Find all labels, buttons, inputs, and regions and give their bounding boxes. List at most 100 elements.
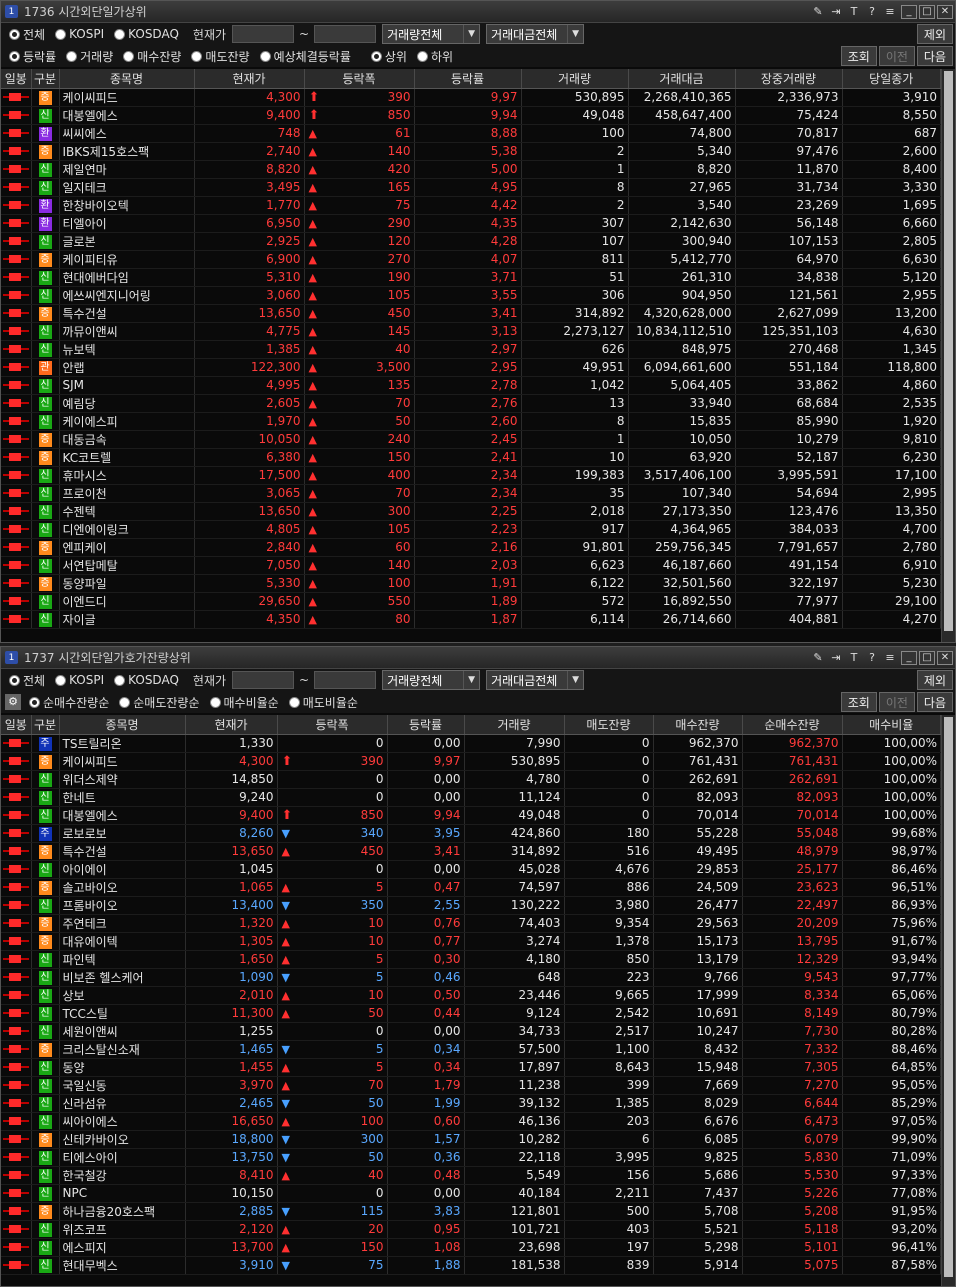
- table-row[interactable]: 신 한국철강 8,410 ▲ 40 0,48 5,549 156 5,686 5,530 97,33…: [1, 1166, 941, 1185]
- maximize-icon[interactable]: □: [919, 4, 935, 19]
- bottom-scrollbar[interactable]: [941, 715, 955, 1286]
- column-header[interactable]: 매수비율: [842, 715, 941, 735]
- table-row[interactable]: 증 케이피티유 6,900 ▲ 270 4,07 811 5,412,770 64,970 6,6…: [1, 250, 941, 269]
- table-row[interactable]: 증 특수건설 13,650 ▲ 450 3,41 314,892 516 49,495 48,97…: [1, 842, 941, 861]
- table-row[interactable]: 신 뉴보텍 1,385 ▲ 40 2,97 626 848,975 270,468 1,345: [1, 340, 941, 359]
- stock-name[interactable]: 국일신동: [59, 1076, 186, 1095]
- column-header[interactable]: 등락률: [387, 715, 465, 735]
- radio-kospi[interactable]: KOSPI: [55, 673, 104, 687]
- radio-bottom[interactable]: 하위: [416, 48, 453, 65]
- table-row[interactable]: 신 까뮤이앤씨 4,775 ▲ 145 3,13 2,273,127 10,834,112,5…: [1, 322, 941, 341]
- table-row[interactable]: 신 서연탑메탈 7,050 ▲ 140 2,03 6,623 46,187,660 491,15…: [1, 556, 941, 575]
- menu-icon[interactable]: ≡: [881, 650, 899, 666]
- stock-name[interactable]: KC코트렐: [59, 448, 195, 467]
- menu-icon[interactable]: ≡: [881, 4, 899, 20]
- table-row[interactable]: 신 글로본 2,925 ▲ 120 4,28 107 300,940 107,153 2,805: [1, 232, 941, 251]
- table-row[interactable]: 증 솔고바이오 1,065 ▲ 5 0,47 74,597 886 24,509 23,623 96…: [1, 878, 941, 897]
- stock-name[interactable]: 현대에버다임: [59, 268, 195, 287]
- radio-all[interactable]: 전체: [9, 26, 45, 43]
- stock-name[interactable]: 프롬바이오: [59, 896, 186, 915]
- column-header[interactable]: 일봉: [1, 69, 32, 89]
- stock-name[interactable]: 휴마시스: [59, 466, 195, 485]
- price-from-input[interactable]: [232, 25, 295, 43]
- help-icon[interactable]: ?: [863, 4, 881, 20]
- stock-name[interactable]: 안랩: [59, 358, 195, 377]
- price-to-input[interactable]: [314, 25, 377, 43]
- close-icon[interactable]: ✕: [937, 4, 953, 19]
- radio-kosdaq[interactable]: KOSDAQ: [114, 673, 179, 687]
- stock-name[interactable]: 위즈코프: [59, 1220, 186, 1239]
- table-row[interactable]: 신 현대에버다임 5,310 ▲ 190 3,71 51 261,310 34,838 5,120: [1, 268, 941, 287]
- stock-name[interactable]: 제일연마: [59, 160, 195, 179]
- stock-name[interactable]: 예림당: [59, 394, 195, 413]
- stock-name[interactable]: 상보: [59, 986, 186, 1005]
- column-header[interactable]: 구분: [31, 69, 60, 89]
- stock-name[interactable]: IBKS제15호스팩: [59, 142, 195, 161]
- table-row[interactable]: 증 신테카바이오 18,800 ▼ 300 1,57 10,282 6 6,085 6,079 99…: [1, 1130, 941, 1149]
- column-header[interactable]: 일봉: [1, 715, 32, 735]
- table-row[interactable]: 신 위더스제약 14,850 0 0,00 4,780 0 262,691 262,691 100…: [1, 770, 941, 789]
- table-row[interactable]: 증 하나금융20호스팩 2,885 ▼ 115 3,83 121,801 500 5,708 5,…: [1, 1202, 941, 1221]
- maximize-icon[interactable]: □: [919, 650, 935, 665]
- radio-change-rate[interactable]: 등락률: [9, 48, 56, 65]
- column-header[interactable]: 순매수잔량: [742, 715, 843, 735]
- stock-name[interactable]: 케이피티유: [59, 250, 195, 269]
- stock-name[interactable]: 디엔에이링크: [59, 520, 195, 539]
- stock-name[interactable]: 신라섬유: [59, 1094, 186, 1113]
- stock-name[interactable]: 프로이천: [59, 484, 195, 503]
- stock-name[interactable]: 수젠텍: [59, 502, 195, 521]
- table-row[interactable]: 증 동양파일 5,330 ▲ 100 1,91 6,122 32,501,560 322,197…: [1, 574, 941, 593]
- amount-select[interactable]: 거래대금전체 ▼: [486, 670, 585, 690]
- column-header[interactable]: 등락폭: [277, 715, 388, 735]
- stock-name[interactable]: 티에스아이: [59, 1148, 186, 1167]
- table-row[interactable]: 신 휴마시스 17,500 ▲ 400 2,34 199,383 3,517,406,100 3…: [1, 466, 941, 485]
- scroll-thumb[interactable]: [944, 717, 953, 1277]
- column-header[interactable]: 종목명: [59, 69, 195, 89]
- stock-name[interactable]: 크리스탈신소재: [59, 1040, 186, 1059]
- table-row[interactable]: 신 케이에스피 1,970 ▲ 50 2,60 8 15,835 85,990 1,920: [1, 412, 941, 431]
- radio-bid-ratio[interactable]: 매수비율순: [209, 694, 279, 711]
- stock-name[interactable]: 글로본: [59, 232, 195, 251]
- table-row[interactable]: 신 씨아이에스 16,650 ▲ 100 0,60 46,136 203 6,676 6,473 9…: [1, 1112, 941, 1131]
- table-row[interactable]: 신 세원이앤씨 1,255 0 0,00 34,733 2,517 10,247 7,730 80…: [1, 1022, 941, 1041]
- table-row[interactable]: 신 수젠텍 13,650 ▲ 300 2,25 2,018 27,173,350 123,476…: [1, 502, 941, 521]
- radio-ask-ratio[interactable]: 매도비율순: [288, 694, 358, 711]
- table-row[interactable]: 신 국일신동 3,970 ▲ 70 1,79 11,238 399 7,669 7,270 95,0…: [1, 1076, 941, 1095]
- table-row[interactable]: 신 대봉엘에스 9,400 ⬆ 850 9,94 49,048 0 70,014 70,014 10…: [1, 806, 941, 825]
- stock-name[interactable]: 케이에스피: [59, 412, 195, 431]
- next-button[interactable]: 다음: [916, 46, 953, 66]
- table-row[interactable]: 환 티엘아이 6,950 ▲ 290 4,35 307 2,142,630 56,148 6,66…: [1, 214, 941, 233]
- help-icon[interactable]: ?: [863, 650, 881, 666]
- font-icon[interactable]: T: [845, 4, 863, 20]
- close-icon[interactable]: ✕: [937, 650, 953, 665]
- radio-kosdaq[interactable]: KOSDAQ: [114, 27, 179, 41]
- table-row[interactable]: 신 상보 2,010 ▲ 10 0,50 23,446 9,665 17,999 8,334 65,…: [1, 986, 941, 1005]
- stock-name[interactable]: 까뮤이앤씨: [59, 322, 195, 341]
- stock-name[interactable]: 위더스제약: [59, 770, 186, 789]
- stock-name[interactable]: 신테카바이오: [59, 1130, 186, 1149]
- table-row[interactable]: 주 로보로보 8,260 ▼ 340 3,95 424,860 180 55,228 55,048…: [1, 824, 941, 843]
- column-header[interactable]: 구분: [31, 715, 60, 735]
- prev-button[interactable]: 이전: [878, 46, 915, 66]
- radio-top[interactable]: 상위: [370, 48, 407, 65]
- stock-name[interactable]: 주연테크: [59, 914, 186, 933]
- table-row[interactable]: 증 엔피케이 2,840 ▲ 60 2,16 91,801 259,756,345 7,791,…: [1, 538, 941, 557]
- stock-name[interactable]: 특수건설: [59, 842, 186, 861]
- stock-name[interactable]: TS트릴리온: [59, 734, 186, 753]
- volume-select[interactable]: 거래량전체 ▼: [382, 24, 481, 44]
- table-row[interactable]: 신 NPC 10,150 0 0,00 40,184 2,211 7,437 5,226 77,0…: [1, 1184, 941, 1203]
- stock-name[interactable]: 한네트: [59, 788, 186, 807]
- table-row[interactable]: 신 대봉엘에스 9,400 ⬆ 850 9,94 49,048 458,647,400 75,4…: [1, 106, 941, 125]
- export-icon[interactable]: ⇥: [827, 4, 845, 20]
- pin-icon[interactable]: ✎: [809, 4, 827, 20]
- stock-name[interactable]: 씨아이에스: [59, 1112, 186, 1131]
- column-header[interactable]: 매도잔량: [564, 715, 654, 735]
- stock-name[interactable]: 대유에이텍: [59, 932, 186, 951]
- stock-name[interactable]: 세원이앤씨: [59, 1022, 186, 1041]
- exclude-button[interactable]: 제외: [916, 670, 953, 690]
- column-header[interactable]: 등락폭: [304, 69, 415, 89]
- stock-name[interactable]: 비보존 헬스케어: [59, 968, 186, 987]
- stock-name[interactable]: 로보로보: [59, 824, 186, 843]
- radio-net-ask[interactable]: 순매도잔량순: [119, 694, 200, 711]
- table-row[interactable]: 관 안랩 122,300 ▲ 3,500 2,95 49,951 6,094,661,600 5…: [1, 358, 941, 377]
